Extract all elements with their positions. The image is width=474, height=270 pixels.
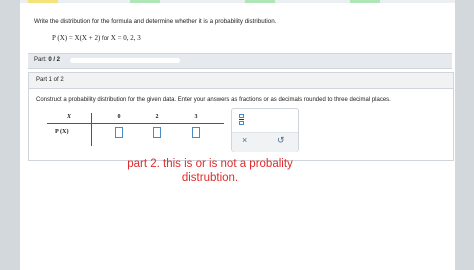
annotation-line-2: distrubtion. [181,171,239,184]
formula-rhs: X = 0, 2, 3 [110,34,141,42]
probability-input-0[interactable] [115,127,123,138]
tools-actions: × ↺ [232,132,298,152]
question-content: Write the distribution for the formula a… [20,3,455,270]
fraction-icon[interactable] [239,114,244,125]
table-header-x: X [66,114,71,120]
table-header-col: 2 [155,114,159,120]
handwritten-annotation: part 2. this is or is not a probality di… [90,158,330,185]
clear-button[interactable]: × [242,135,247,145]
table-column-divider [91,113,92,146]
part-progress-bar: Part: 0 / 2 [28,53,452,69]
part-panel-header: Part 1 of 2 [29,73,453,89]
scrollbar-track[interactable] [455,0,474,270]
formula-for: for [102,36,110,42]
part-panel-title: Part 1 of 2 [36,77,64,83]
progress-track [70,58,180,63]
part-counter: Part: 0 / 2 [34,57,60,63]
table-row-label: P (X) [55,128,69,135]
table-header-col: 3 [194,114,198,120]
table-divider [47,123,224,124]
formula: P (X) = X(X + 2) for X = 0, 2, 3 [52,34,141,42]
part-label: Part: [34,57,47,63]
undo-button[interactable]: ↺ [277,135,285,146]
part-instructions: Construct a probability distribution for… [36,97,391,103]
probability-input-2[interactable] [153,127,161,138]
annotation-line-1: part 2. this is or is not a probality [127,158,293,170]
table-header-col: 0 [117,114,121,120]
math-tools-panel: × ↺ [231,108,299,152]
part-panel: Part 1 of 2 Construct a probability dist… [28,72,454,161]
problem-instruction: Write the distribution for the formula a… [34,18,277,25]
left-margin [0,0,20,270]
formula-lhs: P (X) = X(X + 2) [52,34,101,42]
probability-input-3[interactable] [192,127,200,138]
part-value: 0 / 2 [48,57,61,63]
